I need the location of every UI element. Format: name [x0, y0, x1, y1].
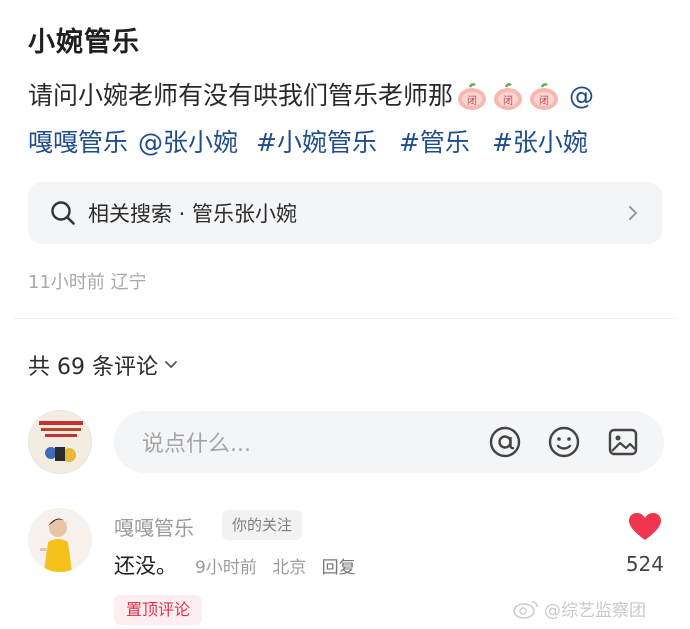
peach-emoji-icon: 闭 — [530, 82, 559, 110]
chevron-down-icon — [165, 361, 177, 369]
related-search-card[interactable]: 相关搜索 · 管乐张小婉 — [28, 182, 662, 244]
comment-time: 9小时前 — [195, 558, 257, 578]
comment-meta: 9小时前 北京 回复 — [195, 553, 366, 578]
reply-button[interactable]: 回复 — [322, 558, 356, 578]
post-title: 小婉管乐 — [28, 27, 140, 58]
post-time: 11小时前 — [28, 272, 105, 293]
post-body-line-1: 请问小婉老师有没有哄我们管乐老师那 闭 闭 闭 @ — [28, 72, 668, 119]
hashtag-link[interactable]: #管乐 — [399, 119, 470, 166]
following-badge: 你的关注 — [222, 510, 303, 540]
post-body-line-2: 嘎嘎管乐 @张小婉 #小婉管乐 #管乐 #张小婉 — [28, 119, 668, 166]
avatar-image — [29, 411, 91, 473]
peach-emoji-icon: 闭 — [494, 82, 523, 110]
hashtag-link[interactable]: #张小婉 — [492, 119, 588, 166]
search-icon — [51, 201, 75, 225]
comment-author-avatar[interactable] — [28, 508, 92, 572]
post-text: 请问小婉老师有没有哄我们管乐老师那 — [28, 81, 454, 110]
pinned-comment-badge: 置顶评论 — [114, 595, 203, 625]
emoji-icon[interactable] — [547, 425, 581, 459]
comment-count-toggle[interactable]: 共 69 条评论 — [28, 349, 178, 381]
heart-icon[interactable] — [628, 512, 662, 542]
mention-link[interactable]: @张小婉 — [138, 119, 238, 166]
comment-input-placeholder: 说点什么... — [142, 432, 251, 457]
comment-input[interactable]: 说点什么... — [114, 411, 664, 473]
peach-emoji-icon: 闭 — [458, 82, 487, 110]
comment-location: 北京 — [272, 558, 307, 578]
mention-link[interactable]: 嘎嘎管乐 — [28, 119, 128, 166]
post-meta: 11小时前 辽宁 — [28, 268, 147, 294]
watermark: @综艺监察团 — [512, 596, 646, 621]
at-icon[interactable] — [488, 425, 522, 459]
hashtag-link[interactable]: #小婉管乐 — [256, 119, 377, 166]
watermark-text: @综艺监察团 — [544, 601, 646, 621]
svg-text:闭: 闭 — [467, 94, 477, 107]
svg-text:闭: 闭 — [503, 94, 513, 107]
at-symbol-link[interactable]: @ — [569, 72, 594, 119]
post-body: 请问小婉老师有没有哄我们管乐老师那 闭 闭 闭 @ 嘎嘎管乐 @张小婉 #小婉管… — [28, 72, 668, 166]
comment-author-name[interactable]: 嘎嘎管乐 — [114, 512, 194, 541]
comment-body: 还没。 9小时前 北京 回复 — [114, 550, 366, 580]
weibo-logo-icon — [513, 600, 538, 619]
chevron-right-icon — [629, 206, 638, 220]
divider — [14, 318, 676, 319]
comment-author-avatar-image — [28, 508, 92, 572]
svg-text:闭: 闭 — [539, 94, 549, 107]
related-search-label: 相关搜索 · 管乐张小婉 — [88, 202, 298, 226]
comment-count-label: 共 69 条评论 — [28, 355, 158, 380]
image-icon[interactable] — [606, 425, 640, 459]
post-location: 辽宁 — [110, 272, 147, 293]
avatar[interactable] — [28, 410, 92, 474]
like-count: 524 — [625, 552, 664, 576]
comment-text: 还没。 — [114, 554, 177, 578]
